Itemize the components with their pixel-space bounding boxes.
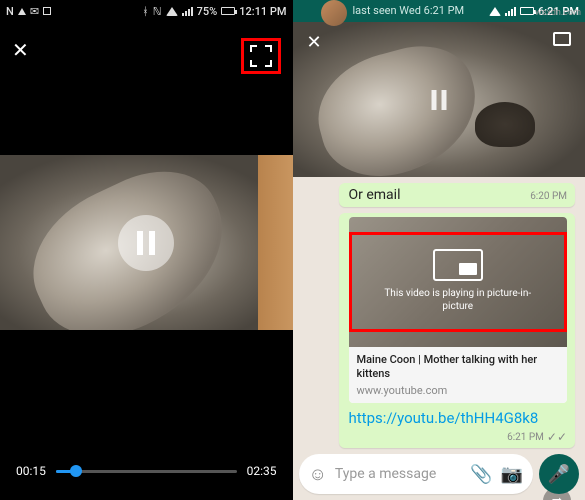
message-input[interactable]: ☺ Type a message 📎 📷: [299, 454, 534, 494]
network-icon: N: [6, 5, 14, 18]
link-thumbnail: This video is playing in picture-in-pict…: [349, 217, 568, 347]
link-title: Maine Coon | Mother talking with her kit…: [357, 353, 560, 382]
message-bubble[interactable]: Or email 6:20 PM: [339, 183, 576, 207]
wifi-icon: [489, 7, 501, 16]
pause-button[interactable]: [118, 215, 174, 271]
link-preview-card[interactable]: This video is playing in picture-in-pict…: [349, 217, 568, 403]
message-text: Or email: [349, 187, 401, 203]
close-button[interactable]: ✕: [12, 38, 29, 74]
progress-bar[interactable]: 00:15 02:35: [0, 464, 293, 478]
elapsed-time: 00:15: [16, 464, 46, 478]
status-time: 12:11 PM: [239, 5, 286, 18]
pip-icon: [433, 249, 483, 281]
app-icon: [43, 7, 51, 15]
camera-icon[interactable]: 📷: [501, 464, 523, 485]
pip-video-window[interactable]: ✕: [293, 22, 585, 177]
battery-icon: [221, 7, 235, 15]
video-surface[interactable]: [0, 155, 293, 330]
download-icon: [18, 8, 26, 15]
pip-fullscreen-button[interactable]: [553, 32, 571, 46]
input-placeholder: Type a message: [335, 466, 462, 482]
pip-status-text: This video is playing in picture-in-pict…: [372, 287, 545, 313]
nfc-icon: ℕ: [153, 5, 162, 18]
total-duration: 02:35: [247, 464, 277, 478]
highlight-pip-badge: This video is playing in picture-in-pict…: [349, 232, 568, 332]
message-time: 6:20 PM: [530, 191, 567, 202]
last-seen-text: last seen Wed 6:21 PM: [353, 4, 465, 17]
mail-icon: ✉: [30, 5, 39, 18]
watermark: wsxdn.com: [535, 8, 581, 18]
contact-avatar[interactable]: [321, 0, 347, 26]
battery-icon: [520, 7, 534, 15]
delivered-ticks-icon: ✓✓: [547, 430, 567, 444]
pip-pause-button[interactable]: [431, 90, 446, 110]
battery-percent: 75%: [197, 5, 218, 18]
mic-button[interactable]: 🎤: [539, 454, 579, 494]
status-bar: N ✉ ᚼ ℕ 75% 12:11 PM: [0, 0, 293, 22]
attach-icon[interactable]: 📎: [470, 464, 492, 485]
seek-track[interactable]: [56, 470, 237, 473]
right-screenshot: 6:21 PM ✕ ← last seen Wed 6:21 PM last s…: [293, 0, 585, 500]
message-time: 6:21 PM: [507, 432, 544, 443]
link-url[interactable]: https://youtu.be/thHH4G8k8: [349, 407, 568, 431]
left-screenshot: N ✉ ᚼ ℕ 75% 12:11 PM ✕: [0, 0, 293, 500]
pip-close-button[interactable]: ✕: [307, 32, 322, 53]
bluetooth-icon: ᚼ: [142, 5, 149, 18]
link-message-bubble[interactable]: This video is playing in picture-in-pict…: [339, 213, 576, 448]
chat-body[interactable]: Or email 6:20 PM This video is playing i…: [293, 177, 585, 500]
signal-icon: [505, 7, 516, 16]
emoji-icon[interactable]: ☺: [309, 464, 327, 485]
wifi-icon: [166, 7, 178, 16]
seek-thumb[interactable]: [70, 465, 82, 477]
link-source: www.youtube.com: [357, 384, 560, 397]
highlight-exit-fullscreen: [241, 38, 281, 74]
signal-icon: [182, 7, 193, 16]
exit-fullscreen-button[interactable]: [250, 45, 272, 67]
